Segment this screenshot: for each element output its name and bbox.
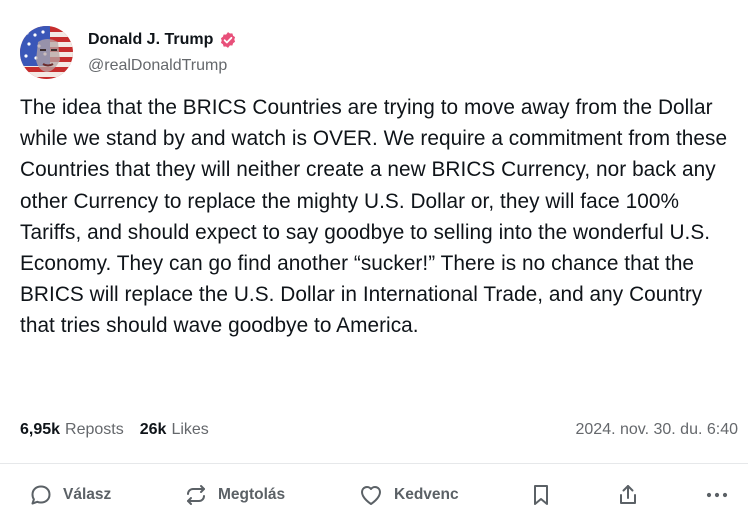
reposts-label: Reposts bbox=[65, 421, 124, 438]
repost-button[interactable]: Megtolás bbox=[184, 474, 285, 516]
divider bbox=[0, 463, 748, 464]
likes-stat[interactable]: 26k Likes bbox=[140, 421, 209, 439]
more-button[interactable] bbox=[704, 474, 730, 516]
bookmark-icon bbox=[530, 483, 552, 507]
reply-label: Válasz bbox=[63, 486, 112, 503]
bookmark-button[interactable] bbox=[530, 474, 552, 516]
heart-icon bbox=[358, 483, 384, 507]
likes-count: 26k bbox=[139, 421, 167, 438]
repost-arrows-icon bbox=[184, 483, 208, 507]
share-button[interactable] bbox=[616, 474, 640, 516]
likes-label: Likes bbox=[171, 421, 209, 438]
post-header: Donald J. Trump @realDonaldTrump bbox=[20, 26, 237, 79]
action-bar: Válasz Megtolás Kedvenc bbox=[0, 474, 748, 516]
reply-button[interactable]: Válasz bbox=[29, 474, 111, 516]
like-label: Kedvenc bbox=[394, 486, 459, 503]
post-card: Donald J. Trump @realDonaldTrump The ide… bbox=[0, 0, 748, 526]
name-row: Donald J. Trump bbox=[88, 30, 237, 50]
reply-bubble-icon bbox=[29, 483, 53, 507]
like-button[interactable]: Kedvenc bbox=[358, 474, 459, 516]
author-names: Donald J. Trump @realDonaldTrump bbox=[88, 30, 237, 76]
author-display-name[interactable]: Donald J. Trump bbox=[88, 30, 213, 50]
author-avatar[interactable] bbox=[20, 26, 73, 79]
author-handle[interactable]: @realDonaldTrump bbox=[88, 56, 237, 76]
reposts-count: 6,95k bbox=[20, 421, 61, 438]
verified-badge-icon bbox=[219, 31, 237, 49]
reposts-stat[interactable]: 6,95k Reposts bbox=[20, 421, 124, 439]
more-dots-icon bbox=[704, 483, 730, 507]
repost-label: Megtolás bbox=[218, 486, 286, 503]
post-text: The idea that the BRICS Countries are tr… bbox=[20, 96, 728, 338]
post-stats: 6,95k Reposts 26k Likes 2024. nov. 30. d… bbox=[20, 418, 738, 442]
post-timestamp[interactable]: 2024. nov. 30. du. 6:40 bbox=[576, 421, 739, 439]
share-icon bbox=[616, 483, 640, 507]
